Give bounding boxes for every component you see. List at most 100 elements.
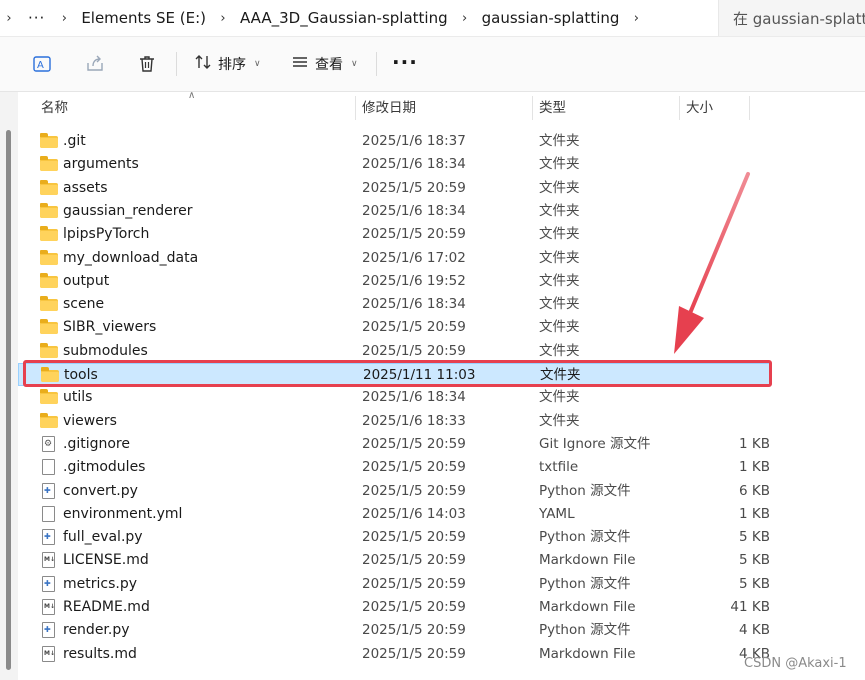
search-input[interactable]: 在 gaussian-splatting bbox=[718, 0, 865, 36]
file-name: output bbox=[63, 272, 110, 289]
list-item[interactable]: lpipsPyTorch 2025/1/5 20:59 文件夹 bbox=[18, 223, 770, 246]
file-size: 5 KB bbox=[739, 552, 770, 569]
folder-icon bbox=[40, 319, 58, 336]
chevron-down-icon: ∨ bbox=[254, 59, 261, 69]
breadcrumb-overflow-button[interactable]: ··· bbox=[18, 9, 55, 27]
file-name: SIBR_viewers bbox=[63, 319, 157, 336]
file-name: gaussian_renderer bbox=[63, 202, 193, 219]
modified-date: 2025/1/5 20:59 bbox=[362, 435, 466, 452]
svg-text:A: A bbox=[37, 60, 44, 71]
chevron-right-icon[interactable]: › bbox=[214, 11, 232, 26]
modified-date: 2025/1/5 20:59 bbox=[362, 226, 466, 243]
file-type: 文件夹 bbox=[539, 133, 580, 149]
folder-icon bbox=[40, 133, 58, 150]
modified-date: 2025/1/5 20:59 bbox=[362, 622, 466, 639]
sort-label: 排序 bbox=[218, 57, 246, 73]
file-type: Markdown File bbox=[539, 645, 636, 662]
file-size: 4 KB bbox=[739, 622, 770, 639]
file-size: 1 KB bbox=[739, 435, 770, 452]
folder-icon bbox=[40, 249, 58, 267]
column-header-date[interactable]: 修改日期 bbox=[362, 92, 416, 124]
list-item[interactable]: .git 2025/1/6 18:37 文件夹 bbox=[18, 130, 770, 153]
file-name: utils bbox=[63, 389, 93, 406]
list-item[interactable]: SIBR_viewers 2025/1/5 20:59 文件夹 bbox=[18, 316, 770, 339]
file-name: .gitmodules bbox=[63, 459, 146, 476]
modified-date: 2025/1/5 20:59 bbox=[362, 482, 466, 499]
modified-date: 2025/1/5 20:59 bbox=[362, 179, 466, 196]
list-item[interactable]: scene 2025/1/6 18:34 文件夹 bbox=[18, 293, 770, 316]
column-divider[interactable] bbox=[679, 96, 680, 120]
watermark-text: CSDN @Akaxi-1 bbox=[744, 656, 847, 671]
share-icon[interactable] bbox=[82, 51, 108, 77]
list-item[interactable]: .gitmodules 2025/1/5 20:59 txtfile 1 KB bbox=[18, 456, 770, 479]
list-item[interactable]: assets 2025/1/5 20:59 文件夹 bbox=[18, 177, 770, 200]
file-name: README.md bbox=[63, 599, 150, 615]
delete-icon[interactable] bbox=[134, 51, 160, 77]
list-item[interactable]: M↓ results.md 2025/1/5 20:59 Markdown File 4… bbox=[18, 643, 770, 666]
sort-icon bbox=[194, 53, 212, 75]
annotation-highlight-box bbox=[23, 360, 772, 387]
folder-icon bbox=[40, 226, 58, 243]
list-item[interactable]: M↓ LICENSE.md 2025/1/5 20:59 Markdown File 5… bbox=[18, 549, 770, 572]
file-name: arguments bbox=[63, 156, 139, 173]
list-item[interactable]: ✚ render.py 2025/1/5 20:59 Python 源文件 4 KB bbox=[18, 619, 770, 642]
breadcrumb-item-project[interactable]: AAA_3D_Gaussian-splatting bbox=[232, 9, 456, 27]
file-name: convert.py bbox=[63, 482, 138, 499]
column-divider[interactable] bbox=[532, 96, 533, 120]
file-icon bbox=[40, 459, 58, 476]
address-bar: › ··· › Elements SE (E:) › AAA_3D_Gaussi… bbox=[0, 0, 865, 37]
list-item[interactable]: viewers 2025/1/6 18:33 文件夹 bbox=[18, 410, 770, 433]
python-file-icon: ✚ bbox=[40, 575, 58, 593]
modified-date: 2025/1/5 20:59 bbox=[362, 319, 466, 336]
list-item[interactable]: ✚ full_eval.py 2025/1/5 20:59 Python 源文件 5 K… bbox=[18, 526, 770, 549]
list-item[interactable]: environment.yml 2025/1/6 14:03 YAML 1 KB bbox=[18, 503, 770, 526]
breadcrumb-item-drive[interactable]: Elements SE (E:) bbox=[73, 9, 214, 27]
file-name: viewers bbox=[63, 412, 117, 429]
file-type: Python 源文件 bbox=[539, 529, 631, 546]
file-size: 6 KB bbox=[739, 482, 770, 499]
list-item[interactable]: my_download_data 2025/1/6 17:02 文件夹 bbox=[18, 247, 770, 270]
file-type: 文件夹 bbox=[539, 319, 580, 336]
file-type: 文件夹 bbox=[539, 412, 580, 429]
scrollbar-thumb[interactable] bbox=[6, 130, 11, 670]
file-size bbox=[698, 410, 770, 433]
view-button[interactable]: 查看 ∨ bbox=[291, 51, 358, 77]
python-file-icon: ✚ bbox=[40, 482, 58, 500]
list-item[interactable]: ⚙ .gitignore 2025/1/5 20:59 Git Ignore 源文件 1… bbox=[18, 433, 770, 456]
modified-date: 2025/1/6 18:34 bbox=[362, 156, 466, 173]
column-divider[interactable] bbox=[749, 96, 750, 120]
file-name: .gitignore bbox=[63, 435, 130, 452]
file-type: 文件夹 bbox=[539, 296, 580, 313]
chevron-right-icon[interactable]: › bbox=[55, 11, 73, 26]
column-header-type[interactable]: 类型 bbox=[539, 92, 566, 124]
list-item[interactable]: output 2025/1/6 19:52 文件夹 bbox=[18, 270, 770, 293]
file-name: metrics.py bbox=[63, 575, 137, 592]
modified-date: 2025/1/5 20:59 bbox=[362, 459, 466, 476]
file-size: 1 KB bbox=[739, 459, 770, 476]
chevron-down-icon: ∨ bbox=[351, 59, 358, 69]
folder-icon bbox=[40, 156, 58, 173]
list-item[interactable]: utils 2025/1/6 18:34 文件夹 bbox=[18, 386, 770, 409]
file-name: environment.yml bbox=[63, 505, 183, 522]
list-item[interactable]: arguments 2025/1/6 18:34 文件夹 bbox=[18, 153, 770, 176]
list-item[interactable]: M↓ README.md 2025/1/5 20:59 Markdown File 41… bbox=[18, 596, 770, 619]
chevron-right-icon[interactable]: › bbox=[456, 11, 474, 26]
rename-icon[interactable]: A bbox=[29, 51, 55, 77]
list-item[interactable]: ✚ convert.py 2025/1/5 20:59 Python 源文件 6 KB bbox=[18, 480, 770, 503]
gear-file-icon: ⚙ bbox=[40, 435, 58, 453]
chevron-right-icon[interactable]: › bbox=[0, 11, 18, 26]
column-header-name[interactable]: 名称 bbox=[41, 92, 68, 124]
python-file-icon: ✚ bbox=[40, 622, 58, 639]
list-item[interactable]: gaussian_renderer 2025/1/6 18:34 文件夹 bbox=[18, 200, 770, 223]
list-item[interactable]: ✚ metrics.py 2025/1/5 20:59 Python 源文件 5 KB bbox=[18, 573, 770, 596]
file-type: 文件夹 bbox=[539, 202, 580, 219]
folder-icon bbox=[40, 412, 58, 430]
more-options-button[interactable]: ··· bbox=[392, 50, 418, 74]
column-divider[interactable] bbox=[355, 96, 356, 120]
column-header-size[interactable]: 大小 bbox=[686, 92, 713, 124]
sort-button[interactable]: 排序 ∨ bbox=[194, 51, 261, 77]
breadcrumb-item-current[interactable]: gaussian-splatting bbox=[474, 9, 628, 27]
chevron-right-icon[interactable]: › bbox=[627, 11, 645, 26]
file-type: Markdown File bbox=[539, 552, 636, 569]
folder-icon bbox=[40, 342, 58, 360]
